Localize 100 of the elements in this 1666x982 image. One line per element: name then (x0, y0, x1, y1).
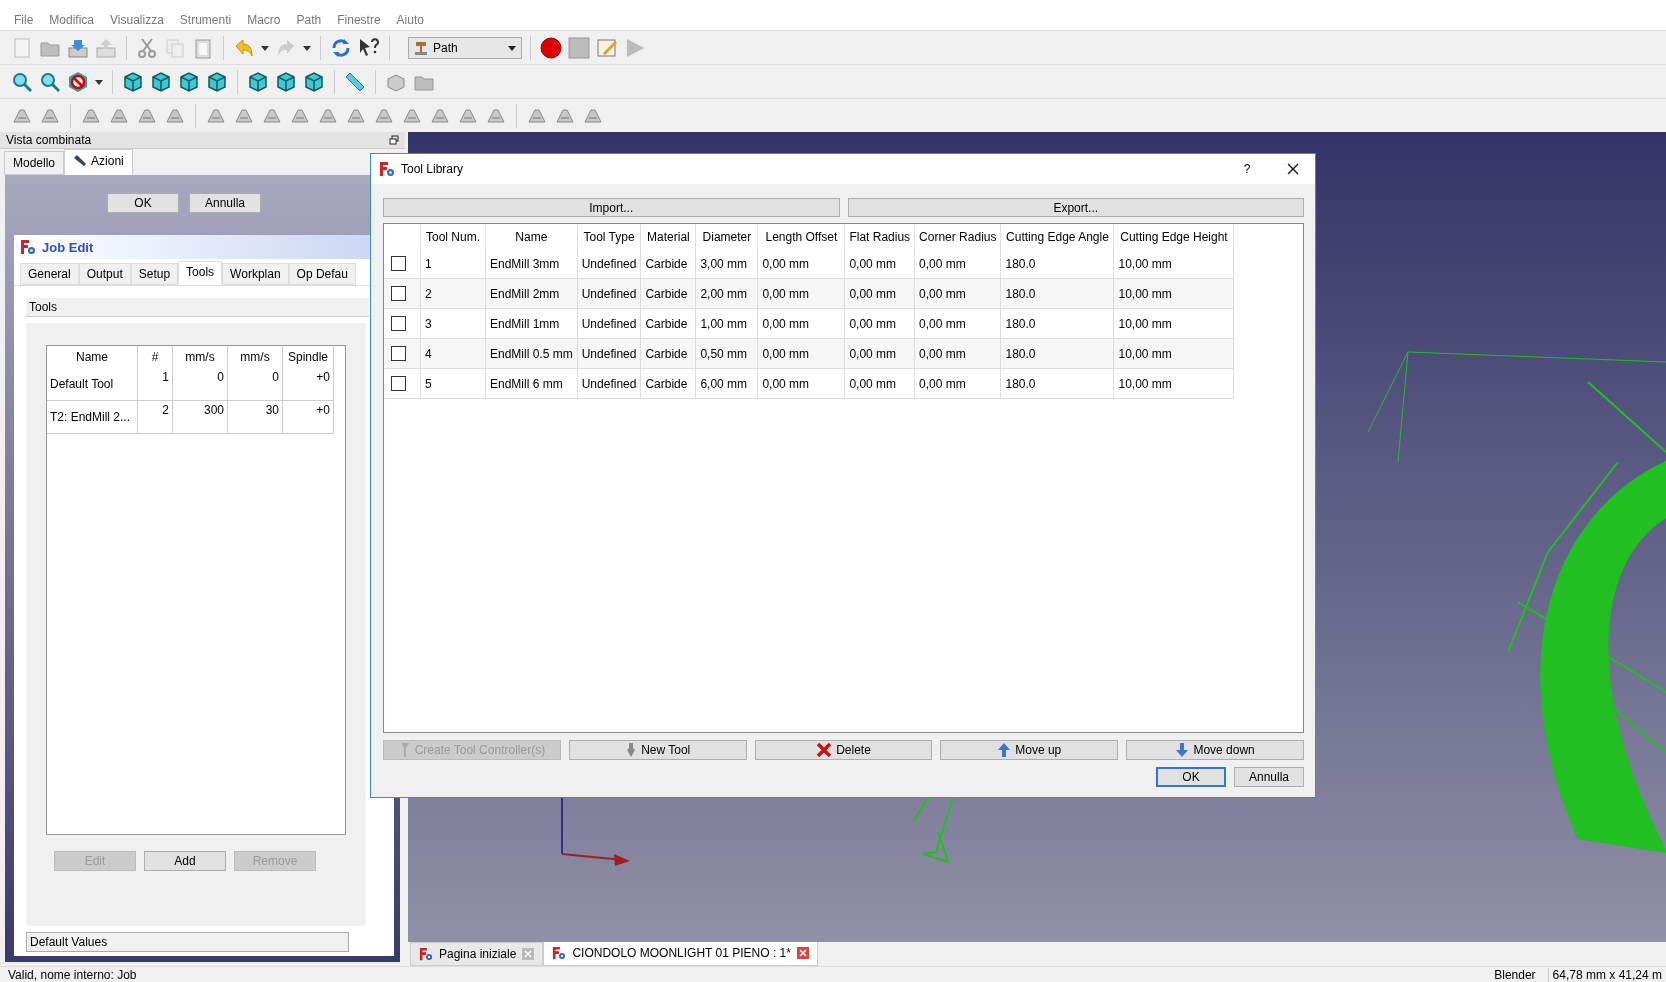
table-cell: 0,00 mm (844, 278, 915, 309)
table-cell: 180.0 (1001, 278, 1114, 309)
cancel-button[interactable]: Annulla (1234, 767, 1304, 787)
table-button[interactable]: Add (144, 851, 226, 871)
cube-icon[interactable] (274, 69, 298, 94)
table-cell: 10,00 mm (1114, 338, 1234, 369)
menu-item[interactable]: Strumenti (171, 13, 240, 27)
table-cell: 0,00 mm (914, 338, 1001, 369)
table-cell: 10,00 mm (1114, 249, 1234, 279)
cube-icon[interactable] (149, 69, 173, 94)
delete-icon (816, 742, 833, 758)
table-cell: 180.0 (1001, 338, 1114, 369)
table-cell: EndMill 3mm (485, 249, 578, 279)
navigation-style-dropdown[interactable]: Blender (1494, 968, 1548, 982)
table-cell: Undefined (577, 338, 641, 369)
menu-item[interactable]: Finestre (329, 13, 389, 27)
checkbox[interactable] (391, 316, 406, 331)
table-cell: Carbide (640, 308, 696, 339)
tool-bit-icon (398, 742, 411, 758)
status-message: Valid, nome interno: Job (8, 968, 138, 982)
column-header: Name (47, 346, 138, 368)
cube-icon[interactable] (246, 69, 270, 94)
table-cell: Carbide (640, 338, 696, 369)
job-tab[interactable]: Setup (130, 263, 179, 285)
column-header: # (137, 346, 173, 368)
export-button[interactable]: Export... (847, 198, 1304, 217)
checkbox[interactable] (391, 376, 406, 391)
section-header[interactable]: Default Values (26, 932, 349, 952)
menu-item[interactable]: Macro (239, 13, 289, 27)
document-tab[interactable]: CIONDOLO MOONLIGHT 01 PIENO : 1* (543, 940, 818, 966)
column-header: Name (485, 224, 578, 249)
panel-tab[interactable]: Azioni (64, 149, 133, 175)
action-button[interactable]: Move up (940, 740, 1119, 760)
column-header: mm/s (227, 346, 283, 368)
cube-icon[interactable] (121, 69, 145, 94)
table-cell: 0,00 mm (914, 368, 1001, 399)
job-tab[interactable]: Output (78, 263, 131, 285)
checkbox[interactable] (391, 346, 406, 361)
close-icon[interactable] (1287, 163, 1299, 175)
table-cell: +0 (282, 400, 334, 434)
column-header: Tool Num. (420, 224, 486, 249)
column-header: Length Offset (757, 224, 845, 249)
job-tab[interactable]: Op Defau (288, 263, 356, 285)
column-header: Cutting Edge Height (1114, 224, 1234, 249)
panel-title: Job Edit (42, 239, 94, 255)
menu-item[interactable]: File (6, 13, 42, 27)
record-icon[interactable] (539, 35, 563, 60)
table-cell: 0,00 mm (844, 308, 915, 339)
menu-item[interactable]: Visualizza (102, 13, 172, 27)
cube-icon[interactable] (205, 69, 229, 94)
help-button[interactable]: ? (1237, 162, 1257, 176)
panel-title: Vista combinata (6, 133, 92, 147)
table-cell: 10,00 mm (1114, 278, 1234, 309)
tool-bit-icon (625, 742, 638, 758)
panel-tab[interactable]: Modello (4, 151, 65, 175)
table-cell: EndMill 1mm (485, 308, 578, 339)
workbench-dropdown[interactable]: Path (408, 36, 522, 59)
dialog-button[interactable]: OK (107, 193, 179, 213)
column-header: Corner Radius (914, 224, 1001, 249)
group-header: Tools (26, 298, 369, 317)
action-button[interactable]: New Tool (568, 740, 747, 760)
table-cell: 0,00 mm (757, 278, 845, 309)
job-tab[interactable]: Workplan (222, 263, 289, 285)
document-tab[interactable]: Pagina iniziale (410, 942, 544, 966)
table-cell: Carbide (640, 278, 696, 309)
action-button[interactable]: Move down (1126, 740, 1304, 760)
checkbox[interactable] (391, 256, 406, 271)
float-panel-icon[interactable] (389, 135, 399, 145)
table-cell: 2,00 mm (695, 278, 758, 309)
checkbox[interactable] (391, 286, 406, 301)
column-header: Spindle (282, 346, 334, 368)
column-header: Tool Type (577, 224, 641, 249)
table-cell: 180.0 (1001, 368, 1114, 399)
menu-item[interactable]: Modifica (41, 13, 103, 27)
import-button[interactable]: Import... (383, 198, 840, 217)
action-button[interactable]: Delete (754, 740, 933, 760)
table-cell: 5 (420, 368, 486, 399)
no-sign-icon[interactable] (66, 69, 90, 94)
cube-icon[interactable] (177, 69, 201, 94)
table-cell: 0,50 mm (695, 338, 758, 369)
menu-item[interactable]: Aiuto (388, 13, 432, 27)
app-logo-icon (379, 161, 395, 177)
cube-icon[interactable] (302, 69, 326, 94)
job-tab[interactable]: General (20, 263, 79, 285)
table-cell: 4 (420, 338, 486, 369)
table-cell: Undefined (577, 308, 641, 339)
table-cell: 1 (420, 249, 486, 279)
table-cell: Undefined (577, 368, 641, 399)
menu-item[interactable]: Path (288, 13, 330, 27)
ok-button[interactable]: OK (1156, 767, 1226, 787)
pencil-icon (73, 154, 88, 168)
dialog-button[interactable]: Annulla (189, 193, 261, 213)
app-logo-icon (552, 946, 567, 960)
table-cell: 0 (227, 368, 283, 401)
arrow-up-icon (997, 742, 1012, 758)
table-cell: 0,00 mm (844, 368, 915, 399)
job-tab[interactable]: Tools (178, 261, 223, 285)
table-cell: +0 (282, 368, 334, 401)
table-cell: Default Tool (47, 368, 138, 401)
dialog-title: Tool Library (401, 162, 465, 176)
